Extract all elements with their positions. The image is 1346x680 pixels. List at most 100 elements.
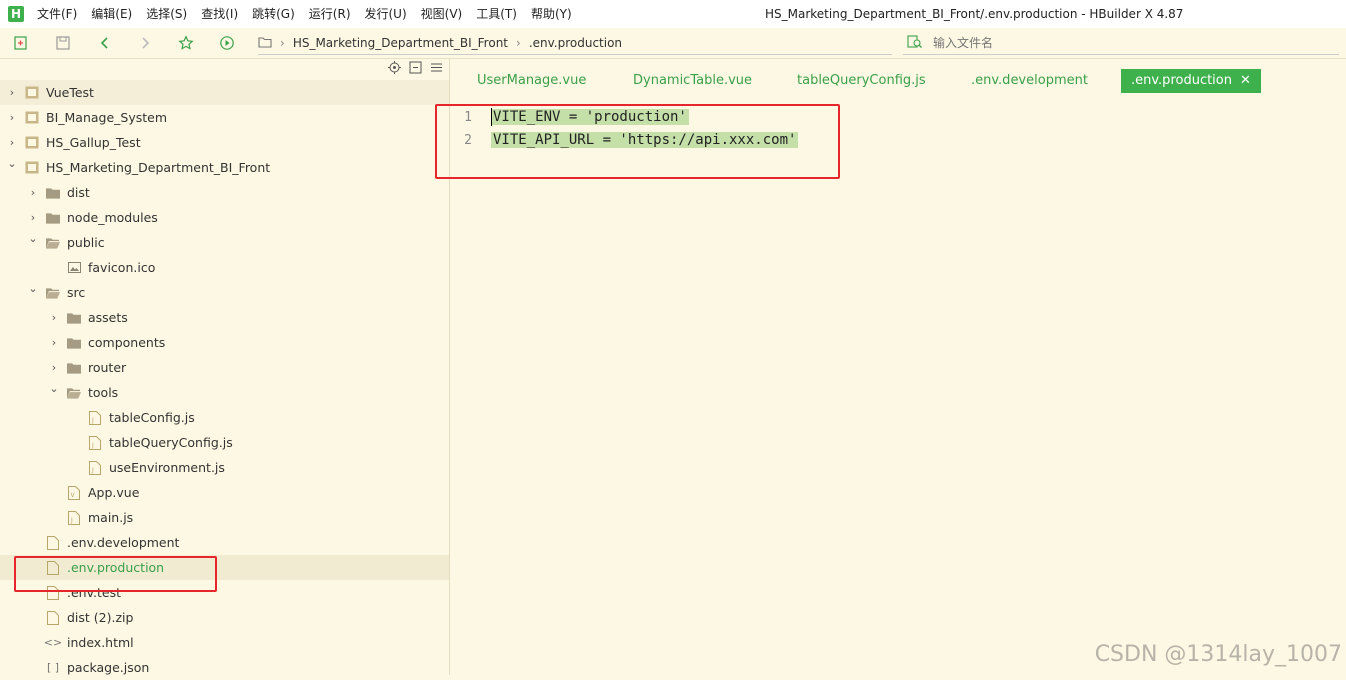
svg-text:J: J — [91, 442, 94, 449]
tree-item[interactable]: .env.development — [0, 530, 449, 555]
tab-env-production[interactable]: .env.production ✕ — [1121, 69, 1261, 93]
folder-icon — [46, 186, 60, 200]
tree-item[interactable]: › assets — [0, 305, 449, 330]
tree-item[interactable]: JuseEnvironment.js — [0, 455, 449, 480]
tree-item[interactable]: <> index.html — [0, 630, 449, 655]
credit-watermark: CSDN @1314lay_1007 — [1094, 642, 1342, 667]
chevron-down-icon[interactable]: ⌄ — [27, 282, 39, 295]
js-file-icon: J — [88, 460, 102, 475]
tree-item[interactable]: › node_modules — [0, 205, 449, 230]
breadcrumb-project[interactable]: HS_Marketing_Department_BI_Front — [293, 36, 508, 50]
project-icon — [25, 111, 39, 125]
tree-item[interactable]: › dist — [0, 180, 449, 205]
tree-item[interactable]: › components — [0, 330, 449, 355]
svg-text:V: V — [71, 492, 76, 499]
tree-item-label: router — [88, 360, 127, 375]
tab-tablequeryconfig[interactable]: tableQueryConfig.js — [797, 69, 926, 93]
menu-publish[interactable]: 发行(U) — [358, 0, 414, 28]
tree-item[interactable]: ⌄ tools — [0, 380, 449, 405]
chevron-down-icon[interactable]: ⌄ — [27, 232, 39, 245]
folder-icon — [46, 211, 60, 225]
tree-item[interactable]: › BI_Manage_System — [0, 105, 449, 130]
tree-item-label: src — [67, 285, 86, 300]
menu-goto[interactable]: 跳转(G) — [245, 0, 302, 28]
js-file-icon: J — [88, 410, 102, 425]
chevron-right-icon[interactable]: › — [48, 311, 60, 324]
html-file-icon: <> — [43, 636, 63, 649]
tree-item[interactable]: favicon.ico — [0, 255, 449, 280]
chevron-right-icon[interactable]: › — [6, 136, 18, 149]
tree-item[interactable]: › HS_Gallup_Test — [0, 130, 449, 155]
project-icon — [25, 161, 39, 175]
sidebar-toolbar — [388, 61, 443, 77]
star-icon[interactable] — [177, 34, 195, 52]
tree-item-label: main.js — [88, 510, 134, 525]
target-icon[interactable] — [388, 61, 401, 77]
tree-item-label: BI_Manage_System — [46, 110, 168, 125]
new-file-icon[interactable] — [12, 34, 30, 52]
tree-item[interactable]: JtableConfig.js — [0, 405, 449, 430]
breadcrumb-file[interactable]: .env.production — [529, 36, 622, 50]
chevron-right-icon[interactable]: › — [27, 186, 39, 199]
folder-icon — [46, 286, 60, 300]
tree-item-label: tableConfig.js — [109, 410, 195, 425]
chevron-right-icon[interactable]: › — [6, 86, 18, 99]
menu-run[interactable]: 运行(R) — [302, 0, 358, 28]
chevron-right-icon[interactable]: › — [48, 336, 60, 349]
tree-item-label: VueTest — [46, 85, 94, 100]
chevron-down-icon[interactable]: ⌄ — [6, 157, 18, 170]
tree-item[interactable]: dist (2).zip — [0, 605, 449, 630]
tab-strip: UserManage.vue DynamicTable.vue tableQue… — [450, 69, 1346, 93]
tree-item-label: dist (2).zip — [67, 610, 134, 625]
menu-icon[interactable] — [430, 61, 443, 77]
tree-item[interactable]: Jmain.js — [0, 505, 449, 530]
folder-icon — [67, 361, 81, 375]
tree-item[interactable]: ⌄ HS_Marketing_Department_BI_Front — [0, 155, 449, 180]
tree-item[interactable]: [ ] package.json — [0, 655, 449, 680]
menu-bar: H 文件(F) 编辑(E) 选择(S) 查找(I) 跳转(G) 运行(R) 发行… — [0, 0, 1346, 28]
tab-usermanage[interactable]: UserManage.vue — [477, 69, 586, 93]
chevron-right-icon[interactable]: › — [48, 361, 60, 374]
chevron-right-icon[interactable]: › — [6, 111, 18, 124]
file-search-input[interactable] — [931, 35, 1315, 51]
tree-item-label: useEnvironment.js — [109, 460, 225, 475]
folder-icon — [67, 386, 81, 400]
tree-item[interactable]: V App.vue — [0, 480, 449, 505]
menu-file[interactable]: 文件(F) — [30, 0, 84, 28]
tree-item-label: tools — [88, 385, 119, 400]
tree-item-label: package.json — [67, 660, 150, 675]
tab-dynamictable[interactable]: DynamicTable.vue — [633, 69, 752, 93]
tree-item[interactable]: › router — [0, 355, 449, 380]
tree-item[interactable]: ⌄ src — [0, 280, 449, 305]
file-icon — [46, 610, 60, 625]
svg-text:J: J — [91, 467, 94, 474]
hbuilder-logo-icon: H — [8, 6, 24, 22]
back-icon[interactable] — [96, 34, 114, 52]
tree-item[interactable]: › VueTest — [0, 80, 449, 105]
menu-tools[interactable]: 工具(T) — [469, 0, 524, 28]
menu-edit[interactable]: 编辑(E) — [84, 0, 139, 28]
tree-item-label: HS_Marketing_Department_BI_Front — [46, 160, 271, 175]
tree-item[interactable]: ⌄ public — [0, 230, 449, 255]
menu-find[interactable]: 查找(I) — [194, 0, 245, 28]
folder-icon — [258, 36, 272, 51]
run-icon[interactable] — [218, 34, 236, 52]
project-icon — [25, 86, 39, 100]
menu-select[interactable]: 选择(S) — [139, 0, 194, 28]
forward-icon[interactable] — [136, 34, 154, 52]
json-file-icon: [ ] — [46, 661, 60, 674]
tree-item-label: node_modules — [67, 210, 158, 225]
tree-item[interactable]: JtableQueryConfig.js — [0, 430, 449, 455]
collapse-icon[interactable] — [409, 61, 422, 77]
chevron-down-icon[interactable]: ⌄ — [48, 382, 60, 395]
menu-help[interactable]: 帮助(Y) — [524, 0, 579, 28]
chevron-right-icon[interactable]: › — [27, 211, 39, 224]
menu-view[interactable]: 视图(V) — [414, 0, 470, 28]
close-icon[interactable]: ✕ — [1240, 73, 1251, 88]
js-file-icon: J — [67, 510, 81, 525]
save-icon[interactable] — [54, 34, 72, 52]
tree-item-label: dist — [67, 185, 90, 200]
folder-icon — [67, 336, 81, 350]
tab-env-development[interactable]: .env.development — [971, 69, 1088, 93]
folder-icon — [67, 311, 81, 325]
